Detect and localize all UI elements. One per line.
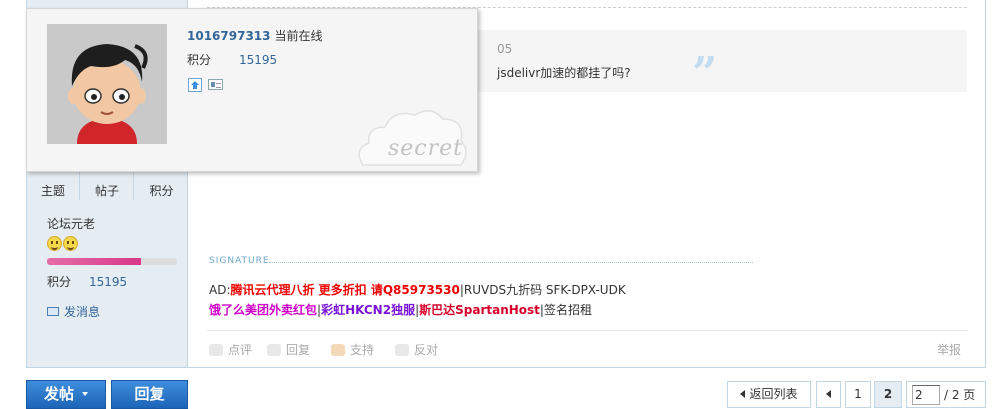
sig-ad-eleme[interactable]: 饿了么美团外卖红包 <box>209 303 317 317</box>
quote-text: jsdelivr加速的都挂了吗? <box>497 66 631 80</box>
sig-ad-ruvds[interactable]: RUVDS九折码 SFK-DPX-UDK <box>464 283 626 297</box>
user-score-value: 15195 <box>89 275 128 289</box>
stat-posts-label: 帖子 <box>94 184 119 198</box>
oppose-button[interactable]: 反对 <box>395 341 438 358</box>
signature-title: SIGNATURE <box>209 256 270 266</box>
user-score-row: 积分 15195 <box>47 273 127 290</box>
comment-button[interactable]: 点评 <box>209 341 252 358</box>
page-jump-input[interactable]: 2 <box>912 385 940 405</box>
sig-ad-rent[interactable]: 签名招租 <box>544 303 592 317</box>
support-button[interactable]: 支持 <box>331 341 374 358</box>
chevron-down-icon <box>82 391 88 396</box>
stat-threads-label: 主题 <box>40 184 65 198</box>
reply-action-label: 回复 <box>286 343 311 357</box>
report-button[interactable]: 举报 <box>937 341 961 358</box>
page-2-current: 2 <box>874 381 902 408</box>
profile-card-icon[interactable] <box>208 79 223 90</box>
rank-stars <box>47 236 79 254</box>
envelope-icon <box>47 307 59 316</box>
sig-ad-spartan[interactable]: 斯巴达SpartanHost <box>419 303 540 317</box>
thumb-down-icon <box>395 343 409 356</box>
signature-line-2: 饿了么美团外卖红包|彩虹HKCN2独服|斯巴达SpartanHost|签名招租 <box>209 301 592 318</box>
back-to-list-button[interactable]: 返回列表 <box>727 381 811 408</box>
card-username: 1016797313 当前在线 <box>187 27 323 44</box>
post-actions: 点评 回复 支持 反对 举报 <box>207 330 967 367</box>
page-1-link[interactable]: 1 <box>845 381 871 408</box>
send-message-link[interactable]: 发消息 <box>47 303 100 320</box>
avatar[interactable] <box>47 24 167 144</box>
reply-icon <box>267 343 281 356</box>
smiley-icon <box>47 236 62 251</box>
quote-meta: 05 <box>497 42 513 56</box>
quote-mark-icon: ” <box>692 48 718 99</box>
user-rank[interactable]: 论坛元老 <box>47 215 95 232</box>
smiley-icon <box>63 236 78 251</box>
new-post-label: 发帖 <box>43 385 74 403</box>
user-popup-card: 1016797313 当前在线 积分 15195 secret <box>26 8 478 172</box>
comment-icon <box>209 343 223 356</box>
back-to-list-label: 返回列表 <box>749 387 798 401</box>
signature-divider <box>269 262 753 263</box>
support-label: 支持 <box>350 343 375 357</box>
home-icon[interactable] <box>188 77 202 92</box>
card-links <box>188 77 229 92</box>
signature-line-1: AD:腾讯云代理八折 更多折扣 请Q85973530|RUVDS九折码 SFK-… <box>209 281 626 298</box>
new-post-button[interactable]: 发帖 <box>26 380 106 409</box>
rank-progress-bar <box>47 258 177 265</box>
oppose-label: 反对 <box>414 343 439 357</box>
card-score-label: 积分 <box>187 53 212 67</box>
rank-progress-fill <box>47 258 141 265</box>
online-status: 当前在线 <box>274 29 323 43</box>
reply-action-button[interactable]: 回复 <box>267 341 310 358</box>
comment-label: 点评 <box>228 343 253 357</box>
sig-prefix: AD: <box>209 283 231 297</box>
sig-ad-rainbow[interactable]: 彩虹HKCN2独服 <box>321 303 415 317</box>
card-score-row: 积分 15195 <box>187 51 277 68</box>
page-total: / 2 页 <box>944 388 976 402</box>
chevron-left-icon <box>826 389 831 398</box>
user-score-label: 积分 <box>47 275 72 289</box>
card-score-value: 15195 <box>239 53 278 67</box>
send-message-label: 发消息 <box>64 305 101 319</box>
prev-page-button[interactable] <box>816 381 841 408</box>
sig-ad-tencent[interactable]: 腾讯云代理八折 更多折扣 请Q85973530 <box>231 283 460 297</box>
thumb-up-icon <box>331 343 345 356</box>
secret-watermark: secret <box>387 136 463 161</box>
reply-button[interactable]: 回复 <box>111 380 188 409</box>
chevron-left-icon <box>740 389 746 398</box>
stat-score-label: 积分 <box>149 184 174 198</box>
card-uid-link[interactable]: 1016797313 <box>187 29 271 43</box>
